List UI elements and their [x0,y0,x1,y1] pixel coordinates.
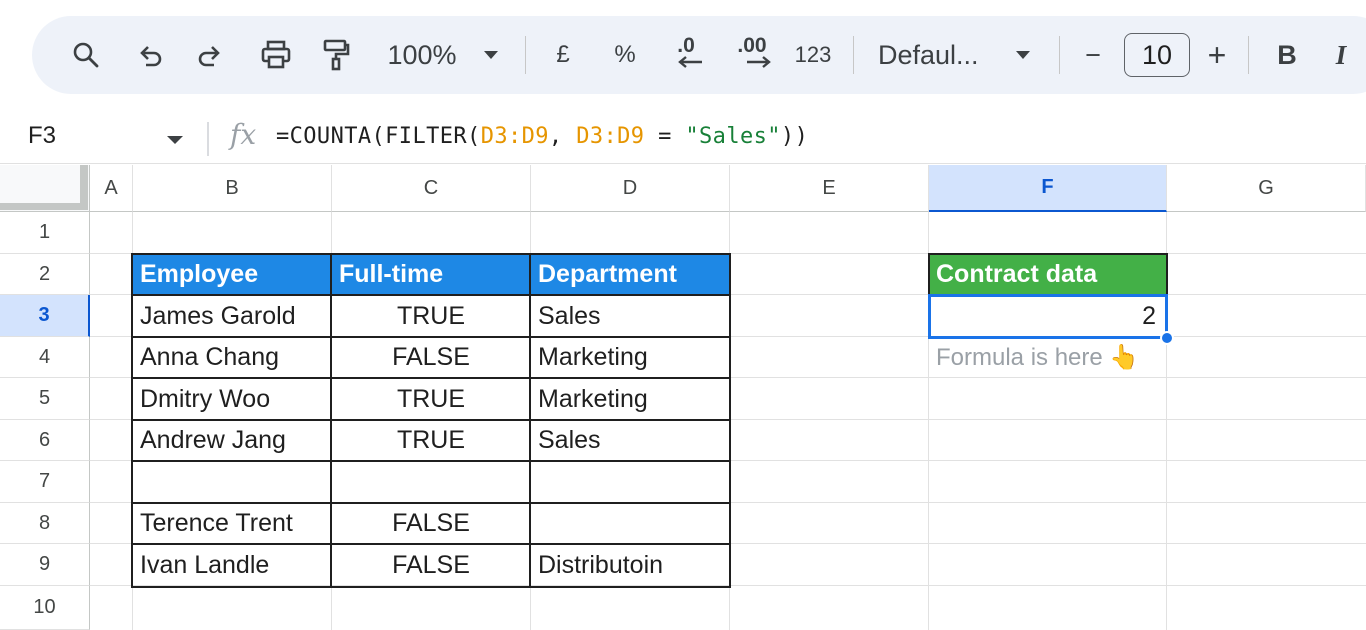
table-cell[interactable]: FALSE [332,544,530,586]
font-family-select[interactable]: Defaul... [878,16,996,94]
formula-range-ref: D3:D9 [576,124,645,149]
table-cell[interactable]: FALSE [332,337,530,378]
formula-note: Formula is here 👆 [936,344,1140,371]
search-icon[interactable] [68,16,104,94]
bold-button[interactable]: B [1270,16,1304,94]
redo-icon[interactable] [192,16,228,94]
row-header-10[interactable]: 10 [0,586,90,630]
row-header-4[interactable]: 4 [0,337,90,378]
fill-handle[interactable] [1160,331,1174,345]
row-header-7[interactable]: 7 [0,461,90,503]
row-header-1[interactable]: 1 [0,212,90,254]
formula-bar-divider [207,122,209,156]
column-header-a[interactable]: A [90,165,133,212]
formula-equals: = [644,124,686,149]
toolbar: 100% £ % .0 .00 123 Defaul... − 10 + B I [32,16,1366,94]
table-cell[interactable]: FALSE [332,503,530,544]
toolbar-divider [525,36,526,74]
arrow-left-icon [678,56,702,68]
zoom-value[interactable]: 100% [382,16,462,94]
table-cell[interactable]: Distributoin [531,544,729,586]
print-icon[interactable] [256,16,296,94]
undo-icon[interactable] [132,16,168,94]
font-dropdown-icon[interactable] [1008,16,1038,94]
table-cell[interactable]: Marketing [531,337,729,378]
table-border [131,377,731,379]
table-cell[interactable]: Anna Chang [133,337,331,378]
table-header-department[interactable]: Department [531,254,729,295]
formula-range-ref: D3:D9 [480,124,549,149]
font-size-input[interactable]: 10 [1124,33,1190,77]
table-header-fulltime[interactable]: Full-time [332,254,530,295]
decrease-font-size-button[interactable]: − [1076,16,1110,94]
row-header-2[interactable]: 2 [0,254,90,295]
column-header-c[interactable]: C [332,165,531,212]
row-header-3[interactable]: 3 [0,295,90,337]
italic-button[interactable]: I [1326,16,1356,94]
formula-prefix: =COUNTA(FILTER( [276,124,481,149]
formula-input[interactable]: =COUNTA(FILTER(D3:D9, D3:D9 = "Sales")) [276,124,808,149]
table-border [131,419,731,421]
spreadsheet-grid[interactable]: A B C D E F G 1 2 3 4 5 6 7 8 9 10 Emplo… [0,165,1366,630]
name-box[interactable]: F3 [28,122,56,150]
decrease-decimal-button[interactable]: .0 [664,16,708,94]
column-header-g[interactable]: G [1167,165,1366,212]
table-cell[interactable]: TRUE [332,295,530,337]
table-cell[interactable]: Dmitry Woo [133,378,331,420]
row-header-5[interactable]: 5 [0,378,90,420]
table-cell[interactable]: Andrew Jang [133,420,331,461]
table-cell[interactable]: TRUE [332,420,530,461]
table-cell[interactable]: James Garold [133,295,331,337]
column-header-d[interactable]: D [531,165,730,212]
formula-string: "Sales" [685,124,781,149]
more-formats-button[interactable]: 123 [790,16,836,94]
table-cell[interactable]: Sales [531,295,729,337]
table-border [131,502,731,504]
table-border [131,460,731,462]
zoom-dropdown-icon[interactable] [476,16,506,94]
result-cell-f3[interactable]: 2 [929,295,1166,337]
column-header-b[interactable]: B [133,165,332,212]
formula-bar: F3 fx =COUNTA(FILTER(D3:D9, D3:D9 = "Sal… [0,112,1366,164]
table-cell[interactable]: Ivan Landle [133,544,331,586]
table-cell[interactable]: Sales [531,420,729,461]
percent-format-button[interactable]: % [608,16,642,94]
contract-data-header[interactable]: Contract data [929,254,1166,295]
row-header-8[interactable]: 8 [0,503,90,544]
table-cell[interactable]: TRUE [332,378,530,420]
table-cell[interactable] [531,503,729,544]
gridline [729,212,730,630]
freeze-row-handle[interactable] [0,203,88,210]
arrow-right-icon [747,56,771,68]
table-cell[interactable] [531,461,729,503]
table-cell[interactable]: Marketing [531,378,729,420]
formula-suffix: )) [780,124,809,149]
row-header-9[interactable]: 9 [0,544,90,586]
formula-comma: , [548,124,577,149]
table-cell[interactable] [133,461,331,503]
toolbar-area: 100% £ % .0 .00 123 Defaul... − 10 + B I [0,0,1366,112]
increase-decimal-button[interactable]: .00 [728,16,776,94]
row-header-6[interactable]: 6 [0,420,90,461]
increase-decimal-label: .00 [737,34,767,57]
table-header-employee[interactable]: Employee [133,254,331,295]
select-all-corner[interactable] [0,165,90,212]
paint-format-icon[interactable] [318,16,354,94]
function-icon: fx [230,118,257,151]
table-border [131,294,731,296]
toolbar-divider [1059,36,1060,74]
column-header-f[interactable]: F [929,165,1167,212]
table-border [131,336,731,338]
toolbar-divider [1248,36,1249,74]
column-header-e[interactable]: E [730,165,929,212]
table-cell[interactable]: Terence Trent [133,503,331,544]
gridline [1166,212,1167,630]
currency-format-button[interactable]: £ [548,16,578,94]
toolbar-divider [853,36,854,74]
table-cell[interactable] [332,461,530,503]
name-box-dropdown-icon[interactable] [166,132,184,150]
increase-font-size-button[interactable]: + [1200,16,1234,94]
decrease-decimal-label: .0 [677,34,695,57]
table-border [131,543,731,545]
